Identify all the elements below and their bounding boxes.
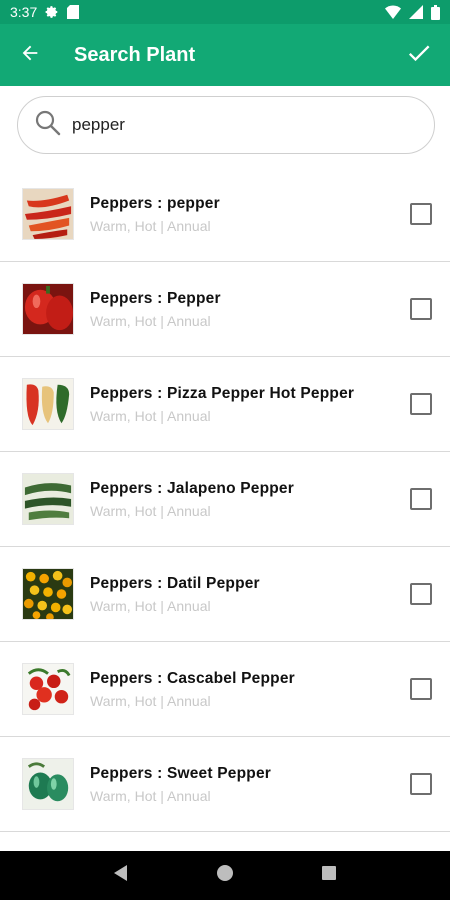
plant-name: Peppers : Sweet Pepper bbox=[90, 764, 271, 782]
list-item[interactable]: Peppers : Datil Pepper Warm, Hot | Annua… bbox=[0, 547, 450, 642]
list-item[interactable]: Peppers : Jalapeno Pepper Warm, Hot | An… bbox=[0, 452, 450, 547]
system-nav-bar bbox=[0, 851, 450, 900]
plant-checkbox[interactable] bbox=[410, 393, 432, 415]
plant-name: Peppers : pepper bbox=[90, 194, 220, 212]
plant-name: Peppers : Pepper bbox=[90, 289, 221, 307]
plant-thumbnail bbox=[22, 663, 74, 715]
confirm-button[interactable] bbox=[388, 24, 450, 86]
list-item[interactable]: Peppers : Pizza Pepper Hot Pepper Warm, … bbox=[0, 357, 450, 452]
plant-thumbnail bbox=[22, 473, 74, 525]
plant-meta: Warm, Hot | Annual bbox=[90, 597, 211, 614]
plant-name: Peppers : Datil Pepper bbox=[90, 574, 260, 592]
plant-thumbnail bbox=[22, 378, 74, 430]
back-button[interactable] bbox=[0, 24, 60, 86]
battery-icon bbox=[431, 4, 440, 20]
search-icon bbox=[34, 109, 62, 142]
plant-meta: Warm, Hot | Annual bbox=[90, 407, 211, 424]
plant-thumbnail bbox=[22, 568, 74, 620]
plant-checkbox[interactable] bbox=[410, 678, 432, 700]
plant-name: Peppers : Cascabel Pepper bbox=[90, 669, 295, 687]
plant-checkbox[interactable] bbox=[410, 488, 432, 510]
search-input[interactable] bbox=[70, 114, 390, 136]
plant-checkbox[interactable] bbox=[410, 298, 432, 320]
home-circle-icon[interactable] bbox=[216, 864, 234, 887]
list-item[interactable]: Peppers : Cascabel Pepper Warm, Hot | An… bbox=[0, 642, 450, 737]
arrow-back-icon bbox=[19, 42, 41, 69]
status-bar: 3:37 bbox=[0, 0, 450, 24]
list-item[interactable]: Peppers : pepper Warm, Hot | Annual bbox=[0, 167, 450, 262]
signal-icon bbox=[409, 5, 423, 19]
status-time: 3:37 bbox=[10, 4, 38, 20]
plant-thumbnail bbox=[22, 188, 74, 240]
plant-checkbox[interactable] bbox=[410, 203, 432, 225]
plant-meta: Warm, Hot | Annual bbox=[90, 787, 211, 804]
wifi-icon bbox=[385, 5, 401, 19]
plant-meta: Warm, Hot | Annual bbox=[90, 312, 211, 329]
gear-icon bbox=[45, 5, 59, 19]
plant-checkbox[interactable] bbox=[410, 773, 432, 795]
plant-thumbnail bbox=[22, 283, 74, 335]
checkmark-icon bbox=[405, 39, 433, 72]
plant-list: Peppers : pepper Warm, Hot | Annual Pepp… bbox=[0, 167, 450, 832]
plant-meta: Warm, Hot | Annual bbox=[90, 217, 211, 234]
app-bar: Search Plant bbox=[0, 24, 450, 86]
plant-thumbnail bbox=[22, 758, 74, 810]
sd-card-icon bbox=[67, 5, 80, 19]
recents-square-icon[interactable] bbox=[321, 865, 337, 886]
page-title: Search Plant bbox=[74, 43, 196, 66]
plant-meta: Warm, Hot | Annual bbox=[90, 502, 211, 519]
list-item[interactable]: Peppers : Pepper Warm, Hot | Annual bbox=[0, 262, 450, 357]
plant-checkbox[interactable] bbox=[410, 583, 432, 605]
plant-name: Peppers : Pizza Pepper Hot Pepper bbox=[90, 384, 355, 402]
list-item[interactable]: Peppers : Sweet Pepper Warm, Hot | Annua… bbox=[0, 737, 450, 832]
plant-meta: Warm, Hot | Annual bbox=[90, 692, 211, 709]
search-bar[interactable] bbox=[17, 96, 435, 154]
back-triangle-icon[interactable] bbox=[113, 864, 129, 887]
plant-name: Peppers : Jalapeno Pepper bbox=[90, 479, 294, 497]
